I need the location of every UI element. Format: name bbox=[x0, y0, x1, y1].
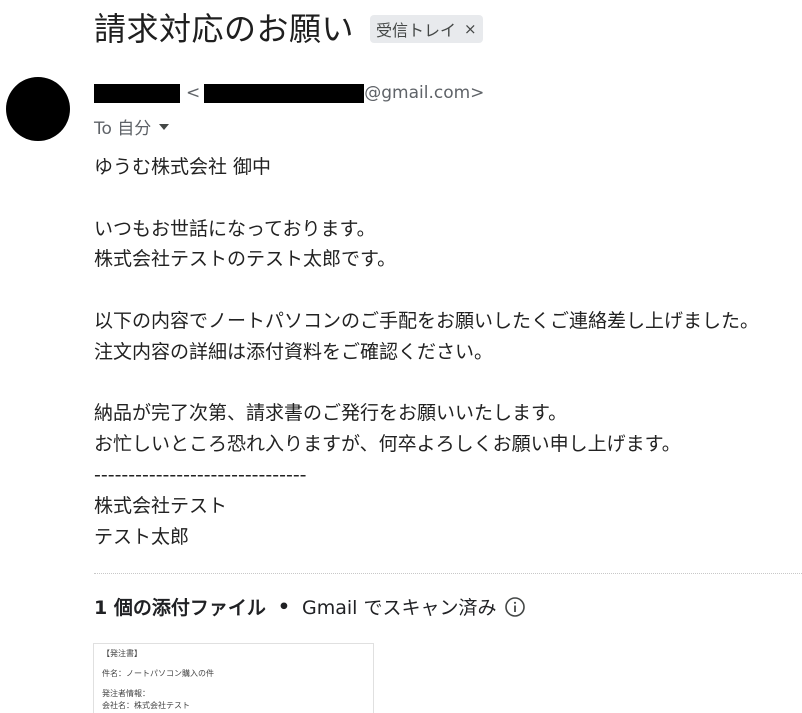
thumbnail-line: 発注者情報： bbox=[102, 689, 150, 698]
email-body: ゆうむ株式会社 御中 いつもお世話になっております。 株式会社テストのテスト太郎… bbox=[94, 152, 759, 552]
separator-dot: • bbox=[277, 595, 290, 618]
body-line: 株式会社テストのテスト太郎です。 bbox=[94, 248, 397, 271]
attachments-divider bbox=[94, 573, 802, 574]
body-line: 株式会社テスト bbox=[94, 494, 228, 517]
redacted-sender-email bbox=[204, 83, 365, 103]
body-line: ------------------------------- bbox=[94, 463, 307, 486]
attachment-thumbnail[interactable]: 【発注書】 件名：ノートパソコン購入の件 発注者情報： 会社名：株式会社テスト bbox=[93, 643, 374, 713]
scan-status: Gmail でスキャン済み bbox=[302, 597, 497, 619]
sender-email-open: < bbox=[186, 83, 201, 103]
thumbnail-line: 【発注書】 bbox=[102, 649, 142, 658]
chevron-down-icon[interactable] bbox=[159, 123, 170, 130]
label-text: 受信トレイ bbox=[376, 21, 457, 40]
body-line: テスト太郎 bbox=[94, 525, 190, 548]
email-subject: 請求対応のお願い bbox=[94, 10, 355, 48]
to-label: To 自分 bbox=[94, 119, 152, 139]
body-line: お忙しいところ恐れ入りますが、何卒よろしくお願い申し上げます。 bbox=[94, 433, 681, 456]
thumbnail-line: 件名：ノートパソコン購入の件 bbox=[102, 669, 214, 678]
body-line bbox=[94, 183, 759, 214]
body-line: 以下の内容でノートパソコンのご手配をお願いしたくご連絡差し上げました。 bbox=[94, 309, 760, 332]
body-line: いつもお世話になっております。 bbox=[94, 217, 376, 240]
avatar[interactable] bbox=[6, 77, 70, 141]
body-line: 納品が完了次第、請求書のご発行をお願いいたします。 bbox=[94, 402, 568, 425]
recipient-details-toggle[interactable]: To 自分 bbox=[94, 114, 170, 139]
info-icon[interactable] bbox=[504, 596, 526, 618]
attachments-header: 1 個の添付ファイル • Gmail でスキャン済み bbox=[94, 593, 526, 620]
body-line bbox=[94, 368, 759, 399]
attachment-count: 1 個の添付ファイル bbox=[94, 597, 266, 619]
thumbnail-line: 会社名：株式会社テスト bbox=[102, 701, 190, 710]
redacted-sender-name bbox=[94, 83, 180, 103]
remove-label-icon[interactable]: × bbox=[464, 20, 477, 38]
sender-email-domain: @gmail.com> bbox=[364, 83, 485, 103]
sender-row: < @gmail.com> bbox=[94, 83, 484, 103]
body-line: 注文内容の詳細は添付資料をご確認ください。 bbox=[94, 340, 494, 363]
subject-row: 請求対応のお願い 受信トレイ × bbox=[94, 4, 483, 50]
body-line: ゆうむ株式会社 御中 bbox=[94, 156, 272, 178]
body-line bbox=[94, 275, 759, 306]
inbox-label-chip[interactable]: 受信トレイ × bbox=[370, 15, 483, 43]
